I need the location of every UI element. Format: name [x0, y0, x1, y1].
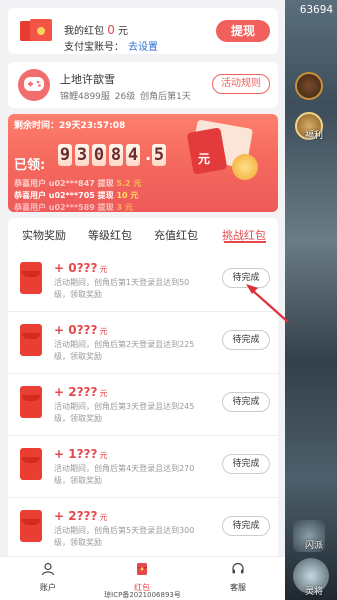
claimed-label: 已领: — [14, 158, 46, 173]
claimed-digit: 8 — [109, 144, 123, 166]
red-packet-icon — [20, 386, 42, 418]
list-item: + 2??? 元 活动期间，创角后第5天登录且达到300级，领取奖励 待完成 — [8, 498, 278, 556]
claimed-unit: 元 — [198, 152, 211, 166]
wallet-card: 我的红包 0 元 支付宝账号： 去设置 提现 — [8, 8, 278, 54]
tab-physical-rewards[interactable]: 实物奖励 — [22, 227, 66, 243]
reward-amount: + 1??? 元 — [54, 447, 108, 461]
red-packet-icon — [20, 324, 42, 356]
reward-description: 活动期间，创角后第2天登录且达到225级，领取奖励 — [54, 340, 195, 361]
user-info: 锦鲤4899服 26级 创角后第1天 — [60, 92, 191, 102]
withdraw-ticker-item: 恭喜用户 u02***705 提现 10 元 — [14, 191, 139, 200]
set-alipay-link[interactable]: 去设置 — [128, 42, 158, 53]
red-packet-icon — [20, 19, 52, 41]
list-item: + 1??? 元 活动期间，创角后第4天登录且达到270级，领取奖励 待完成 — [8, 436, 278, 498]
claimed-digit: 9 — [58, 144, 72, 166]
wallet-balance: 我的红包 0 元 — [64, 23, 129, 37]
reward-amount: + 0??? 元 — [54, 261, 108, 275]
reward-amount: + 0??? 元 — [54, 323, 108, 337]
bottom-nav: 账户 红包 客服 琼ICP备2021006893号 — [0, 556, 285, 600]
withdraw-ticker-item: 恭喜用户 u02***589 提现 3 元 — [14, 203, 133, 212]
claimed-decimal-point: . — [143, 145, 154, 165]
red-packet-icon — [20, 448, 42, 480]
banner-coin-decoration — [232, 154, 258, 180]
reward-amount: + 2??? 元 — [54, 509, 108, 523]
reward-description: 活动期间，创角后第4天登录且达到270级，领取奖励 — [54, 464, 195, 485]
game-hero-label: 灵将 — [304, 587, 323, 597]
reward-list-card: 实物奖励 等级红包 充值红包 挑战红包 + 0??? 元 活动期间，创角后第1天登… — [8, 218, 278, 556]
game-event-icon[interactable] — [295, 72, 323, 100]
pending-button[interactable]: 待完成 — [222, 392, 270, 412]
nav-customer-service[interactable]: 客服 — [218, 561, 258, 593]
countdown-timer: 剩余时间：29天23:57:08 — [14, 121, 126, 131]
withdraw-ticker-item: 恭喜用户 u02***847 提现 5.2 元 — [14, 179, 142, 188]
red-packet-icon — [20, 510, 42, 542]
list-item: + 2??? 元 活动期间，创角后第3天登录且达到245级，领取奖励 待完成 — [8, 374, 278, 436]
nav-account[interactable]: 账户 — [28, 561, 68, 593]
claimed-amount: 9 3 0 8 4 . 5 — [58, 144, 166, 166]
reward-tabs: 实物奖励 等级红包 充值红包 挑战红包 — [8, 218, 278, 250]
red-packet-icon — [136, 563, 148, 575]
pending-button[interactable]: 待完成 — [222, 516, 270, 536]
withdraw-button[interactable]: 提现 — [216, 20, 270, 42]
tab-recharge-packets[interactable]: 充值红包 — [154, 227, 198, 243]
reward-description: 活动期间，创角后第1天登录且达到50级，领取奖励 — [54, 278, 190, 299]
list-item: + 0??? 元 活动期间，创角后第2天登录且达到225级，领取奖励 待完成 — [8, 312, 278, 374]
active-tab-indicator — [224, 241, 266, 243]
activity-rules-button[interactable]: 活动规则 — [212, 74, 270, 94]
user-name: 上地许歆雪 — [60, 73, 115, 86]
claimed-digit: 4 — [126, 144, 140, 166]
headset-icon — [232, 562, 244, 574]
list-item: + 0??? 元 活动期间，创角后第1天登录且达到50级，领取奖励 待完成 — [8, 250, 278, 312]
user-icon — [41, 562, 55, 576]
user-card: 上地许歆雪 锦鲤4899服 26级 创角后第1天 活动规则 — [8, 62, 278, 108]
reward-description: 活动期间，创角后第3天登录且达到245级，领取奖励 — [54, 402, 195, 423]
gamepad-icon — [18, 69, 50, 101]
claimed-digit: 0 — [92, 144, 106, 166]
pending-button[interactable]: 待完成 — [222, 268, 270, 288]
game-welfare-label: 福利 — [304, 131, 323, 141]
reward-description: 活动期间，创角后第5天登录且达到300级，领取奖励 — [54, 526, 195, 547]
pending-button[interactable]: 待完成 — [222, 454, 270, 474]
claimed-digit: 5 — [152, 144, 166, 166]
tab-level-packets[interactable]: 等级红包 — [88, 227, 132, 243]
red-packet-panel: 我的红包 0 元 支付宝账号： 去设置 提现 上地许歆雪 锦鲤4899服 26级 … — [0, 0, 285, 600]
red-packet-icon — [20, 262, 42, 294]
claimed-digit: 3 — [75, 144, 89, 166]
game-counter: 63694 — [299, 3, 333, 16]
wallet-amount: 0 — [107, 23, 115, 37]
nav-red-packet[interactable]: 红包 — [122, 561, 162, 593]
game-faction-label: 闪派 — [304, 541, 323, 551]
reward-amount: + 2??? 元 — [54, 385, 108, 399]
icp-record: 琼ICP备2021006893号 — [104, 591, 181, 599]
alipay-account: 支付宝账号： 去设置 — [64, 42, 158, 53]
claimed-banner: 剩余时间：29天23:57:08 已领: 9 3 0 8 4 . 5 元 恭喜用… — [8, 114, 278, 212]
pending-button[interactable]: 待完成 — [222, 330, 270, 350]
